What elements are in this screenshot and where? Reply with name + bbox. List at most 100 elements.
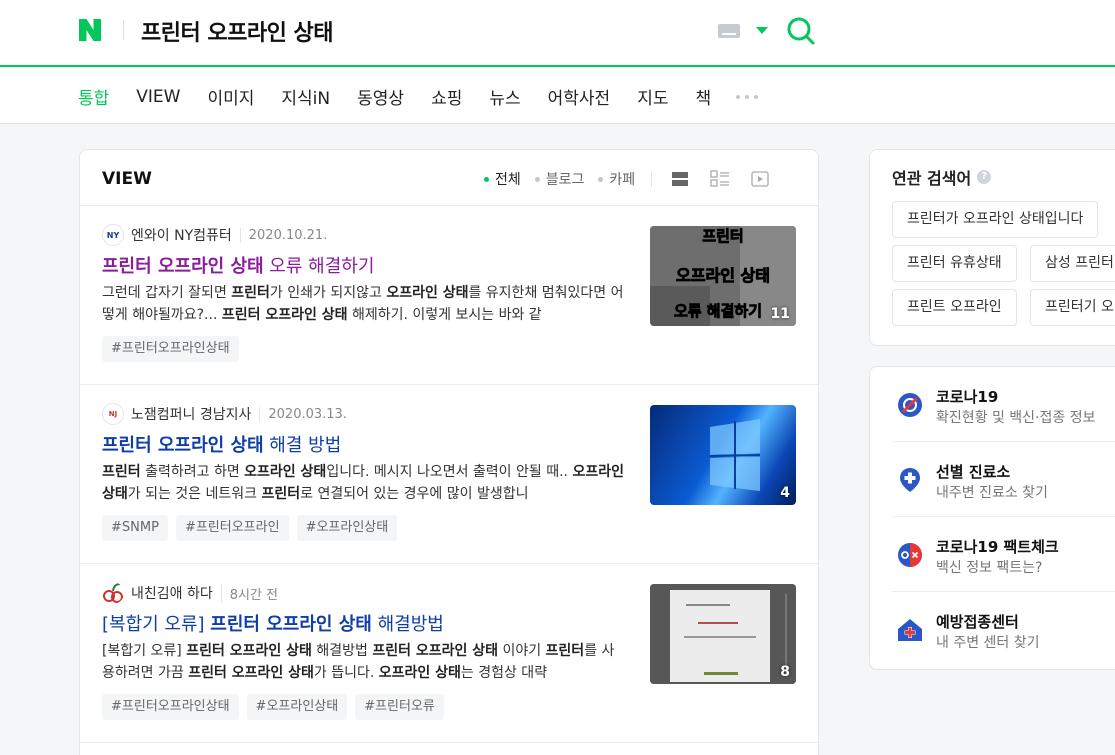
post-description[interactable]: [복합기 오류] 프린터 오프라인 상태 해결방법 프린터 오프라인 상태 이야… xyxy=(102,640,624,684)
tag-list: #프린터오프라인상태 xyxy=(102,336,239,362)
svg-text:프린터: 프린터 xyxy=(702,227,743,245)
related-searches: 연관 검색어 ? 프린터가 오프라인 상태입니다 프린터 유휴상태 삼성 프린터… xyxy=(869,149,1115,346)
search-query[interactable]: 프린터 오프라인 상태 xyxy=(141,15,333,47)
title-highlight: 프린터 오프라인 상태 xyxy=(102,256,264,277)
more-tabs-icon[interactable] xyxy=(736,94,759,99)
keyboard-icon[interactable] xyxy=(718,24,740,38)
post-source: NJ 노잼컴퍼니 경남지사 2020.03.13. xyxy=(102,403,347,425)
author-name[interactable]: 내친김애 하다 xyxy=(131,583,213,603)
tab-map[interactable]: 지도 xyxy=(637,84,668,109)
video-view-icon[interactable] xyxy=(750,170,770,188)
hashtag[interactable]: #오프라인상태 xyxy=(246,694,348,720)
post-thumbnail[interactable]: 프린터 오프라인 상태 오류 해결하기 11 xyxy=(650,226,796,326)
hashtag[interactable]: #프린터오프라인상태 xyxy=(102,336,239,362)
post-description[interactable]: 프린터 출력하려고 하면 오프라인 상태입니다. 메시지 나오면서 출력이 안될… xyxy=(102,461,624,505)
author-name[interactable]: 노잼컴퍼니 경남지사 xyxy=(131,404,251,424)
vaccine-center-icon xyxy=(898,619,922,641)
post-thumbnail[interactable]: 4 xyxy=(650,405,796,505)
tab-images[interactable]: 이미지 xyxy=(207,84,254,109)
tab-news[interactable]: 뉴스 xyxy=(489,84,520,109)
list-item: NJ 노잼컴퍼니 경남지사 2020.03.13. 프린터 오프라인 상태 해결… xyxy=(80,385,818,564)
info-item-covid19[interactable]: 코로나19 확진현황 및 백신·접종 정보 xyxy=(892,367,1115,442)
info-subtitle: 백신 정보 팩트는? xyxy=(936,560,1043,576)
covid-info-panel: 코로나19 확진현황 및 백신·접종 정보 선별 진료소 내주변 진료소 찾기 … xyxy=(869,366,1115,670)
post-thumbnail[interactable]: 8 xyxy=(650,584,796,684)
title-prefix: [복합기 오류] xyxy=(102,614,211,635)
title-rest: 해결 방법 xyxy=(263,435,342,456)
filter-cafe[interactable]: 카페 xyxy=(598,169,635,189)
post-description[interactable]: 그런데 갑자기 잘되면 프린터가 인쇄가 되지않고 오프라인 상태를 유지한채 … xyxy=(102,282,624,326)
list-item: NY 엔와이 NY컴퓨터 2020.10.21. 프린터 오프라인 상태 오류 … xyxy=(80,206,818,385)
virus-icon xyxy=(898,393,922,417)
related-chip[interactable]: 프린트 오프라인 xyxy=(892,289,1017,326)
post-source: 내친김애 하다 8시간 전 xyxy=(102,582,278,604)
related-chip[interactable]: 프린터 유휴상태 xyxy=(892,245,1017,282)
tab-view[interactable]: VIEW xyxy=(136,87,180,107)
post-title[interactable]: 프린터 오프라인 상태 오류 해결하기 xyxy=(102,252,374,278)
avatar[interactable]: NJ xyxy=(102,403,124,425)
filter-blog[interactable]: 블로그 xyxy=(534,169,585,189)
windows-wallpaper-image xyxy=(709,419,761,491)
image-count: 4 xyxy=(780,485,790,501)
info-title: 코로나19 xyxy=(936,388,999,406)
hashtag[interactable]: #프린터오프라인상태 xyxy=(102,694,239,720)
post-source: NY 엔와이 NY컴퓨터 2020.10.21. xyxy=(102,224,327,246)
info-title: 코로나19 팩트체크 xyxy=(936,538,1059,556)
search-divider xyxy=(123,20,124,40)
hashtag[interactable]: #SNMP xyxy=(102,515,168,541)
filter-label: 블로그 xyxy=(545,172,585,188)
search-bar: 프린터 오프라인 상태 xyxy=(0,0,1115,67)
related-chip[interactable]: 삼성 프린터 xyxy=(1030,245,1115,282)
filter-label: 전체 xyxy=(495,172,521,188)
view-header: VIEW 전체 블로그 카페 xyxy=(80,150,818,206)
view-filters: 전체 블로그 카페 xyxy=(484,169,782,189)
divider xyxy=(651,171,653,187)
post-title[interactable]: [복합기 오류] 프린터 오프라인 상태 해결방법 xyxy=(102,610,444,636)
view-section: VIEW 전체 블로그 카페 NY 엔와이 NY컴퓨터 2020.10.21. … xyxy=(79,149,819,755)
info-item-clinic[interactable]: 선별 진료소 내주변 진료소 찾기 xyxy=(892,442,1115,517)
title-rest: 오류 해결하기 xyxy=(263,256,375,277)
search-icon[interactable] xyxy=(786,16,816,46)
post-title[interactable]: 프린터 오프라인 상태 해결 방법 xyxy=(102,431,341,457)
filter-all[interactable]: 전체 xyxy=(484,169,521,189)
hashtag[interactable]: #프린터오류 xyxy=(355,694,444,720)
svg-text:오류 해결하기: 오류 해결하기 xyxy=(674,302,762,320)
help-icon[interactable]: ? xyxy=(977,170,992,184)
tag-list: #SNMP #프린터오프라인 #오프라인상태 xyxy=(102,515,398,541)
info-subtitle: 확진현황 및 백신·접종 정보 xyxy=(936,410,1096,426)
info-title: 예방접종센터 xyxy=(936,613,1019,631)
list-view-icon[interactable] xyxy=(670,170,690,188)
hashtag[interactable]: #프린터오프라인 xyxy=(175,515,289,541)
tab-kin[interactable]: 지식iN xyxy=(281,84,330,109)
related-chip[interactable]: 프린터가 오프라인 상태입니다 xyxy=(892,201,1099,238)
tab-dictionary[interactable]: 어학사전 xyxy=(548,84,611,109)
info-item-vaccine-center[interactable]: 예방접종센터 내 주변 센터 찾기 xyxy=(892,592,1115,667)
hashtag[interactable]: #오프라인상태 xyxy=(296,515,398,541)
related-chip[interactable]: 프린터기 오 xyxy=(1030,289,1115,326)
svg-text:오프라인 상태: 오프라인 상태 xyxy=(676,266,770,285)
title-highlight: 프린터 오프라인 상태 xyxy=(102,435,264,456)
view-title: VIEW xyxy=(102,169,152,189)
title-rest: 해결방법 xyxy=(371,614,444,635)
title-highlight: 프린터 오프라인 상태 xyxy=(210,614,372,635)
image-count: 11 xyxy=(770,306,790,322)
tab-video[interactable]: 동영상 xyxy=(357,84,404,109)
post-date: 8시간 전 xyxy=(220,583,278,603)
header: 프린터 오프라인 상태 통합 VIEW 이미지 지식iN 동영상 쇼핑 뉴스 어… xyxy=(0,0,1115,124)
info-subtitle: 내 주변 센터 찾기 xyxy=(936,635,1040,651)
tab-all[interactable]: 통합 xyxy=(78,84,109,109)
document-photo-image xyxy=(650,584,796,684)
author-name[interactable]: 엔와이 NY컴퓨터 xyxy=(131,225,232,245)
avatar[interactable]: NY xyxy=(102,224,124,246)
info-item-factcheck[interactable]: 코로나19 팩트체크 백신 정보 팩트는? xyxy=(892,517,1115,592)
tab-shopping[interactable]: 쇼핑 xyxy=(431,84,462,109)
search-tabs: 통합 VIEW 이미지 지식iN 동영상 쇼핑 뉴스 어학사전 지도 책 xyxy=(78,84,759,109)
tab-books[interactable]: 책 xyxy=(695,84,711,109)
related-title: 연관 검색어 ? xyxy=(892,165,992,189)
avatar[interactable] xyxy=(102,582,124,604)
chevron-down-icon[interactable] xyxy=(756,27,768,34)
thumbnail-view-icon[interactable] xyxy=(710,170,730,188)
naver-logo-icon[interactable] xyxy=(78,18,102,42)
filter-label: 카페 xyxy=(609,172,636,188)
related-title-text: 연관 검색어 xyxy=(892,169,972,188)
